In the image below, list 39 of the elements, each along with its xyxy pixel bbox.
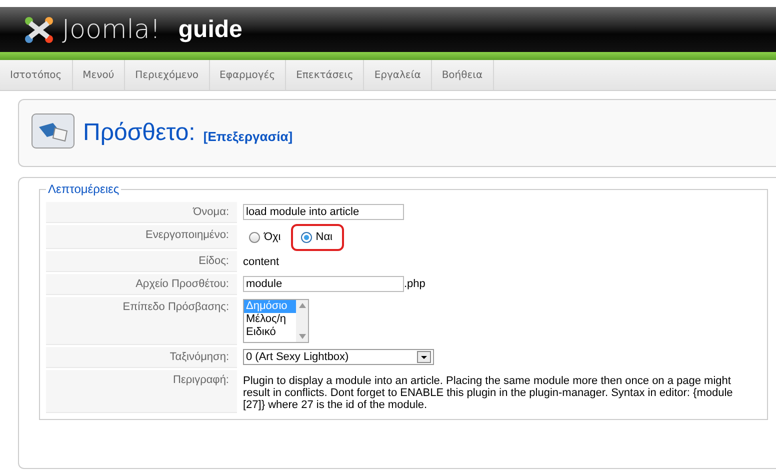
- field-label: Ενεργοποιημένο:: [46, 225, 237, 249]
- field-value: content: [243, 255, 280, 268]
- list-option[interactable]: Μέλος/η: [244, 313, 296, 326]
- menu-item[interactable]: Επεκτάσεις: [286, 60, 364, 90]
- menu-item[interactable]: Εργαλεία: [364, 60, 432, 90]
- field-label: Ταξινόμηση:: [46, 347, 237, 368]
- menu-item[interactable]: Ιστοτόπος: [0, 60, 73, 90]
- field-label: Είδος:: [46, 251, 237, 272]
- radio-label: Ναι: [316, 231, 332, 243]
- scroll-down-icon[interactable]: [298, 334, 306, 339]
- suffix-text: .php: [404, 278, 426, 290]
- logo-icon: [22, 14, 56, 44]
- page-subtitle: [Επεξεργασία]: [203, 128, 293, 144]
- field-value: Plugin to display a module into an article. Placing the same module more then once on a page might result in conflicts. Dont forget to ENABLE this plugin in the plugin-manager. Syntax in editor: {module [27]} where 27 is the id of the module.: [243, 374, 734, 411]
- field-label: Επίπεδο Πρόσβασης:: [46, 297, 237, 345]
- field-label: Όνομα:: [46, 202, 237, 223]
- list-option[interactable]: Ειδικό: [244, 326, 296, 339]
- page-title: Πρόσθετο:: [83, 119, 196, 147]
- radio-button[interactable]: [300, 232, 312, 242]
- caret-icon: [417, 351, 431, 363]
- scrollbar[interactable]: [296, 300, 308, 342]
- list-option[interactable]: Δημόσιο: [244, 300, 296, 313]
- fieldset-legend: Λεπτομέρειες: [46, 182, 122, 196]
- menu-item[interactable]: Μενού: [72, 60, 126, 90]
- menu-item[interactable]: Περιεχόμενο: [125, 60, 210, 90]
- list-box[interactable]: Δημόσιο Μέλος/η Ειδικό: [243, 299, 309, 343]
- dropdown[interactable]: 0 (Art Sexy Lightbox): [243, 349, 434, 365]
- radio-label: Όχι: [264, 231, 281, 243]
- radio-button[interactable]: [249, 232, 260, 242]
- scroll-up-icon[interactable]: [298, 303, 306, 308]
- menu-item[interactable]: Εφαρμογές: [210, 60, 286, 90]
- site-name: guide: [178, 16, 242, 44]
- text-field[interactable]: module: [243, 276, 404, 292]
- text-field[interactable]: load module into article: [243, 204, 404, 220]
- logo-text: Joomla!: [62, 14, 160, 44]
- highlight-outline: [290, 224, 344, 251]
- field-label: Περιγραφή:: [46, 370, 237, 413]
- field-label: Αρχείο Προσθέτου:: [46, 274, 237, 295]
- menu-item[interactable]: Βοήθεια: [432, 60, 494, 90]
